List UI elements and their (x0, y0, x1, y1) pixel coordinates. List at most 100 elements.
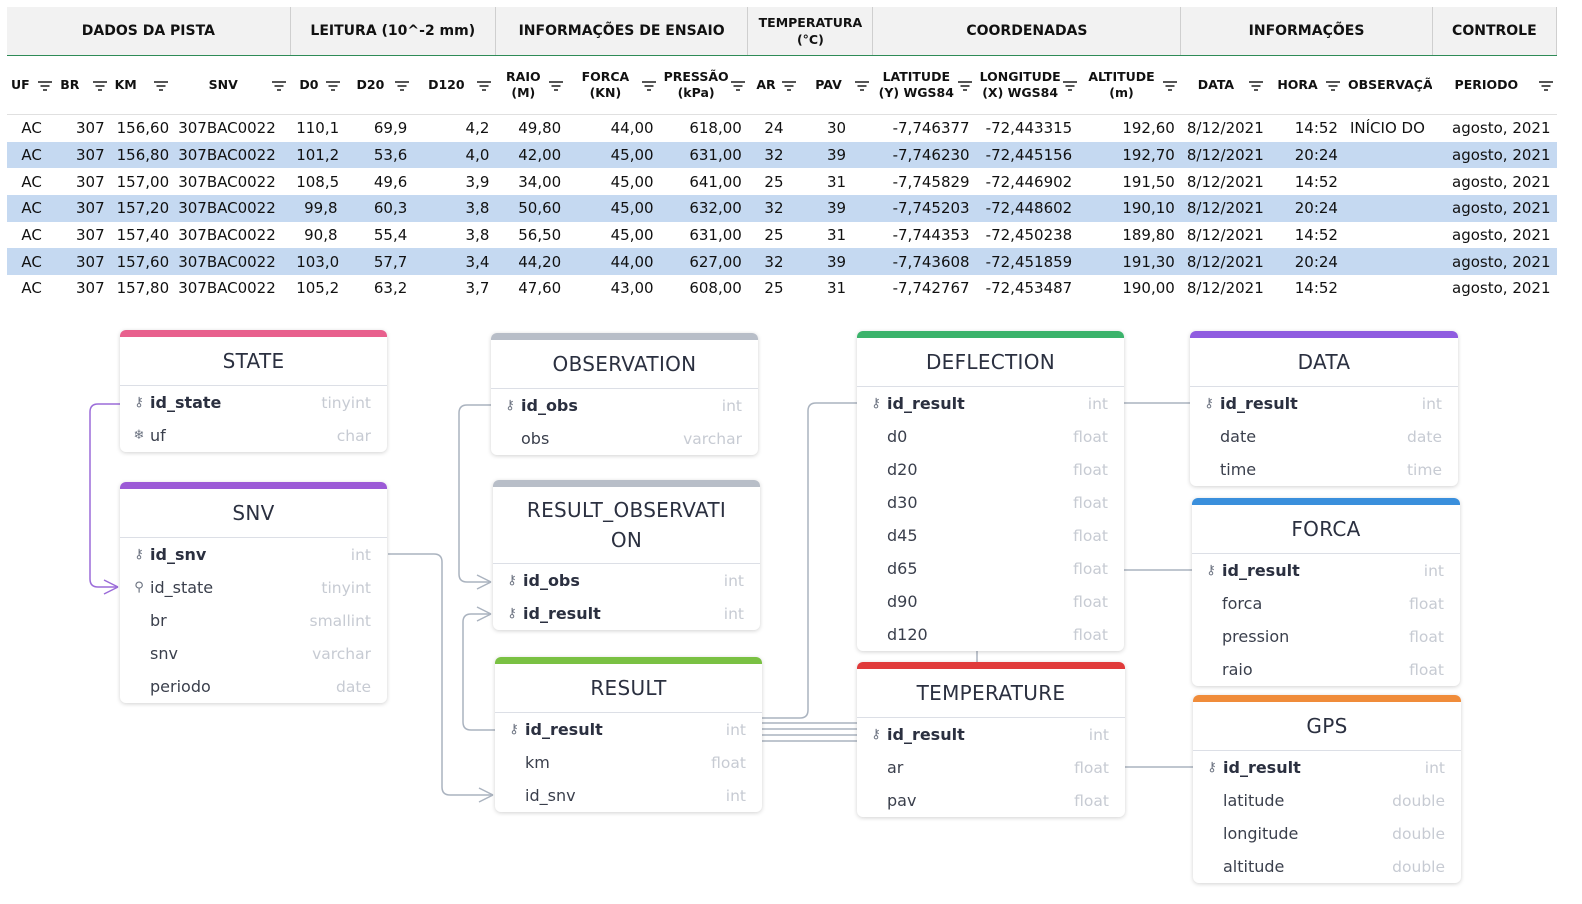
field-row[interactable]: d45 float (857, 519, 1124, 552)
field-row[interactable]: ❄ uf char (120, 419, 387, 452)
field-row[interactable]: pression float (1192, 620, 1460, 653)
field-name: id_state (150, 393, 222, 412)
table-color-bar (120, 330, 387, 337)
field-row[interactable]: pav float (857, 784, 1125, 817)
field-name-group: pav (867, 791, 916, 810)
table-title: OBSERVATION (491, 340, 758, 389)
field-row[interactable]: ⚷ id_obs int (493, 564, 760, 597)
key-icon: ⚷ (871, 396, 881, 411)
field-name-group: forca (1202, 594, 1262, 613)
field-row[interactable]: ⚷ id_result int (1193, 751, 1461, 784)
field-name: pav (887, 791, 917, 810)
field-name-group: d45 (867, 526, 918, 545)
er-table-deflection[interactable]: DEFLECTION ⚷ id_result int d0 float d20 float d3… (857, 331, 1124, 651)
field-row[interactable]: altitude double (1193, 850, 1461, 883)
field-type: float (1409, 594, 1444, 613)
field-row[interactable]: ⚲ id_state tinyint (120, 571, 387, 604)
er-table-result[interactable]: RESULT ⚷ id_result int km float id_snv int (495, 657, 762, 812)
field-row[interactable]: date date (1190, 420, 1458, 453)
field-type: float (711, 753, 746, 772)
table-title: GPS (1193, 702, 1461, 751)
key-icon: ⚷ (1206, 563, 1216, 578)
field-type: int (1424, 758, 1445, 777)
field-name: id_result (525, 720, 603, 739)
field-name-group: ⚷ id_obs (503, 571, 580, 590)
field-row[interactable]: ⚷ id_obs int (491, 389, 758, 422)
table-color-bar (857, 331, 1124, 338)
field-name: d30 (887, 493, 918, 512)
field-name: altitude (1223, 857, 1285, 876)
field-name: d0 (887, 427, 908, 446)
field-row[interactable]: ⚷ id_state tinyint (120, 386, 387, 419)
field-name: ar (887, 758, 904, 777)
field-name-group: ⚷ id_result (867, 725, 965, 744)
er-table-observation[interactable]: OBSERVATION ⚷ id_obs int obs varchar (491, 333, 758, 455)
field-name-group: d90 (867, 592, 918, 611)
table-color-bar (120, 482, 387, 489)
field-row[interactable]: longitude double (1193, 817, 1461, 850)
field-row[interactable]: ⚷ id_result int (493, 597, 760, 630)
field-type: float (1074, 791, 1109, 810)
er-table-result-observation[interactable]: RESULT_OBSERVATION ⚷ id_obs int ⚷ id_result in… (493, 480, 760, 630)
field-row[interactable]: d0 float (857, 420, 1124, 453)
field-row[interactable]: time time (1190, 453, 1458, 486)
er-table-gps[interactable]: GPS ⚷ id_result int latitude double longitude d… (1193, 695, 1461, 883)
field-type: float (1073, 559, 1108, 578)
field-type: int (725, 786, 746, 805)
field-type: float (1409, 660, 1444, 679)
table-title: DEFLECTION (857, 338, 1124, 387)
field-name-group: ⚷ id_snv (130, 545, 206, 564)
field-type: date (1407, 427, 1442, 446)
table-title: FORCA (1192, 505, 1460, 554)
field-row[interactable]: ar float (857, 751, 1125, 784)
field-name: pression (1222, 627, 1290, 646)
link-obs-resultobs (458, 404, 491, 583)
field-row[interactable]: periodo date (120, 670, 387, 703)
field-name: id_obs (523, 571, 580, 590)
field-row[interactable]: ⚷ id_result int (1192, 554, 1460, 587)
field-row[interactable]: d90 float (857, 585, 1124, 618)
field-name-group: pression (1202, 627, 1289, 646)
field-row[interactable]: ⚷ id_snv int (120, 538, 387, 571)
field-type: tinyint (321, 393, 371, 412)
field-name: snv (150, 644, 178, 663)
field-row[interactable]: snv varchar (120, 637, 387, 670)
er-table-state[interactable]: STATE ⚷ id_state tinyint ❄ uf char (120, 330, 387, 452)
field-row[interactable]: ⚷ id_result int (857, 387, 1124, 420)
table-title: STATE (120, 337, 387, 386)
field-row[interactable]: br smallint (120, 604, 387, 637)
field-row[interactable]: d30 float (857, 486, 1124, 519)
field-name-group: ❄ uf (130, 426, 166, 445)
field-row[interactable]: d20 float (857, 453, 1124, 486)
field-row[interactable]: obs varchar (491, 422, 758, 455)
field-name-group: altitude (1203, 857, 1284, 876)
table-color-bar (1190, 331, 1458, 338)
table-color-bar (495, 657, 762, 664)
er-table-temperature[interactable]: TEMPERATURE ⚷ id_result int ar float pav float (857, 662, 1125, 817)
field-name-group: snv (130, 644, 178, 663)
field-name: periodo (150, 677, 211, 696)
field-type: date (336, 677, 371, 696)
table-color-bar (857, 662, 1125, 669)
field-name: br (150, 611, 167, 630)
field-row[interactable]: d120 float (857, 618, 1124, 651)
er-table-data[interactable]: DATA ⚷ id_result int date date time time (1190, 331, 1458, 486)
field-row[interactable]: id_snv int (495, 779, 762, 812)
field-type: double (1392, 857, 1445, 876)
field-row[interactable]: ⚷ id_result int (857, 718, 1125, 751)
field-row[interactable]: latitude double (1193, 784, 1461, 817)
field-row[interactable]: d65 float (857, 552, 1124, 585)
field-name: id_snv (525, 786, 576, 805)
field-row[interactable]: km float (495, 746, 762, 779)
table-color-bar (1192, 498, 1460, 505)
field-row[interactable]: forca float (1192, 587, 1460, 620)
foreign-key-icon: ⚲ (134, 580, 144, 595)
er-table-snv[interactable]: SNV ⚷ id_snv int ⚲ id_state tinyint br smallint s… (120, 482, 387, 703)
field-row[interactable]: ⚷ id_result int (1190, 387, 1458, 420)
field-row[interactable]: ⚷ id_result int (495, 713, 762, 746)
field-row[interactable]: raio float (1192, 653, 1460, 686)
field-type: float (1073, 460, 1108, 479)
er-table-forca[interactable]: FORCA ⚷ id_result int forca float pression floa… (1192, 498, 1460, 686)
field-name: d20 (887, 460, 918, 479)
field-name: id_state (150, 578, 214, 597)
